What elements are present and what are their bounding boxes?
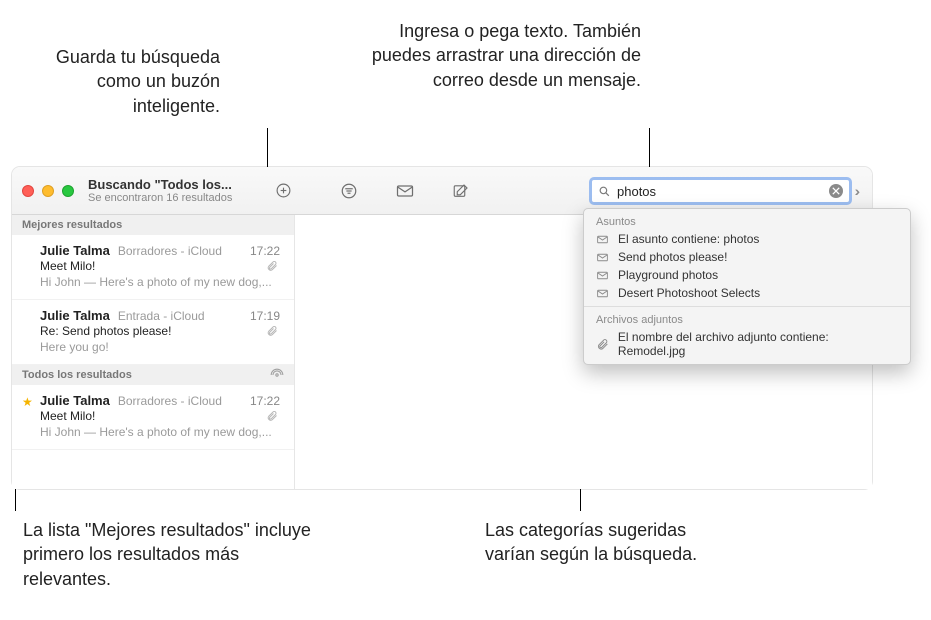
paperclip-icon	[596, 338, 610, 351]
callout-line	[649, 128, 650, 172]
save-smart-mailbox-button[interactable]	[269, 177, 297, 205]
suggestion-item-attachment-name[interactable]: El nombre del archivo adjunto contiene: …	[584, 328, 910, 360]
section-label: Todos los resultados	[22, 369, 132, 381]
message-time: 17:22	[250, 394, 280, 408]
message-subject: Meet Milo!	[40, 409, 95, 423]
search-icon	[598, 185, 611, 198]
message-sender: Julie Talma	[40, 243, 110, 258]
suggestion-label: Send photos please!	[618, 250, 727, 264]
star-icon: ★	[22, 395, 33, 409]
window-subtitle: Se encontraron 16 resultados	[88, 192, 253, 204]
clear-search-button[interactable]	[829, 184, 843, 198]
envelope-icon	[596, 233, 610, 246]
message-time: 17:19	[250, 309, 280, 323]
envelope-icon	[596, 287, 610, 300]
compose-icon	[452, 182, 470, 200]
window-title: Buscando "Todos los...	[88, 177, 253, 192]
minimize-window-button[interactable]	[42, 185, 54, 197]
section-all-results: Todos los resultados	[12, 365, 294, 385]
mail-window: Buscando "Todos los... Se encontraron 16…	[12, 167, 872, 489]
message-item[interactable]: Julie Talma Entrada - iCloud 17:19 Re: S…	[12, 300, 294, 365]
suggestion-item-subject-contains[interactable]: El asunto contiene: photos	[584, 230, 910, 248]
separator	[584, 306, 910, 307]
new-message-button[interactable]	[391, 177, 419, 205]
message-preview: Hi John — Here's a photo of my new dog,.…	[40, 275, 284, 289]
envelope-icon	[596, 269, 610, 282]
suggestion-label: El nombre del archivo adjunto contiene: …	[618, 330, 898, 358]
compose-button[interactable]	[447, 177, 475, 205]
suggestion-item[interactable]: Desert Photoshoot Selects	[584, 284, 910, 302]
search-suggestions-panel: Asuntos El asunto contiene: photos Send …	[583, 208, 911, 365]
paperclip-icon	[266, 260, 278, 272]
suggestion-label: Desert Photoshoot Selects	[618, 286, 760, 300]
close-window-button[interactable]	[22, 185, 34, 197]
message-preview: Hi John — Here's a photo of my new dog,.…	[40, 425, 284, 439]
message-list: Mejores resultados Julie Talma Borradore…	[12, 215, 295, 489]
message-mailbox: Entrada - iCloud	[118, 309, 205, 323]
message-subject: Re: Send photos please!	[40, 324, 171, 338]
suggestion-label: Playground photos	[618, 268, 718, 282]
message-sender: Julie Talma	[40, 308, 110, 323]
window-title-block: Buscando "Todos los... Se encontraron 16…	[88, 177, 253, 204]
callout-top-hits: La lista "Mejores resultados" incluye pr…	[23, 518, 313, 591]
message-subject: Meet Milo!	[40, 259, 95, 273]
suggestion-label: El asunto contiene: photos	[618, 232, 759, 246]
suggestion-category: Asuntos	[584, 213, 910, 230]
search-input[interactable]	[617, 184, 823, 199]
section-top-hits: Mejores resultados	[12, 215, 294, 235]
message-sender: Julie Talma	[40, 393, 110, 408]
window-controls	[22, 185, 74, 197]
callout-line	[267, 128, 268, 172]
envelope-icon	[596, 251, 610, 264]
sort-icon[interactable]	[270, 368, 284, 382]
filter-icon	[340, 182, 358, 200]
section-label: Mejores resultados	[22, 219, 122, 231]
filter-button[interactable]	[335, 177, 363, 205]
suggestion-category: Archivos adjuntos	[584, 311, 910, 328]
search-field[interactable]	[589, 177, 852, 205]
envelope-icon	[395, 181, 415, 201]
message-item[interactable]: Julie Talma Borradores - iCloud 17:22 Me…	[12, 235, 294, 300]
plus-circle-icon	[275, 182, 292, 199]
message-mailbox: Borradores - iCloud	[118, 244, 222, 258]
overflow-button[interactable]: ››	[855, 183, 856, 199]
x-icon	[832, 187, 840, 195]
message-preview: Here you go!	[40, 340, 284, 354]
suggestion-item[interactable]: Send photos please!	[584, 248, 910, 266]
message-time: 17:22	[250, 244, 280, 258]
zoom-window-button[interactable]	[62, 185, 74, 197]
paperclip-icon	[266, 325, 278, 337]
suggestion-item[interactable]: Playground photos	[584, 266, 910, 284]
message-item[interactable]: ★ Julie Talma Borradores - iCloud 17:22 …	[12, 385, 294, 450]
message-mailbox: Borradores - iCloud	[118, 394, 222, 408]
callout-suggestion-categories: Las categorías sugeridas varían según la…	[485, 518, 715, 567]
callout-save-smart-mailbox: Guarda tu búsqueda como un buzón intelig…	[10, 45, 220, 118]
paperclip-icon	[266, 410, 278, 422]
callout-search-input: Ingresa o pega texto. También puedes arr…	[351, 19, 641, 92]
